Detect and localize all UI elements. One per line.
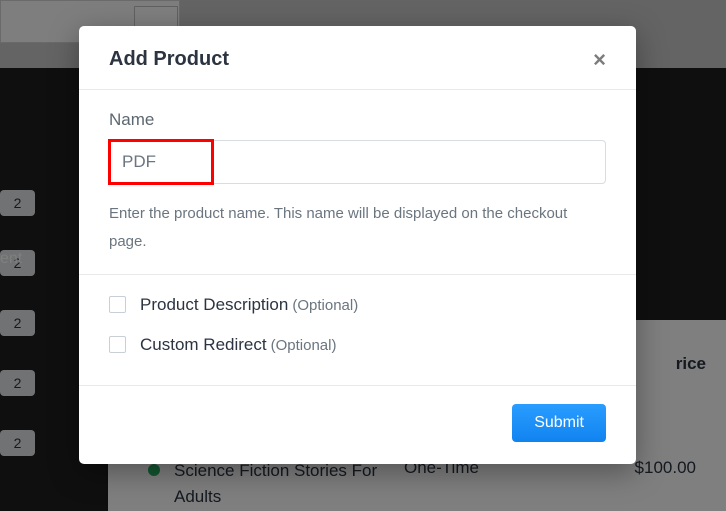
name-input-wrap[interactable] [109, 140, 606, 184]
custom-redirect-toggle[interactable]: Custom Redirect(Optional) [109, 335, 606, 355]
product-description-toggle[interactable]: Product Description(Optional) [109, 295, 606, 315]
modal-footer: Submit [79, 385, 636, 464]
modal-body: Name Enter the product name. This name w… [79, 90, 636, 385]
submit-button[interactable]: Submit [512, 404, 606, 442]
name-label: Name [109, 110, 606, 130]
name-input[interactable] [122, 152, 593, 172]
add-product-modal: Add Product × Name Enter the product nam… [79, 26, 636, 464]
modal-header: Add Product × [79, 26, 636, 90]
close-icon[interactable]: × [593, 49, 606, 71]
modal-title: Add Product [109, 48, 229, 71]
checkbox-icon[interactable] [109, 296, 126, 313]
checkbox-icon[interactable] [109, 336, 126, 353]
product-description-label: Product Description(Optional) [140, 295, 358, 315]
name-helper-text: Enter the product name. This name will b… [109, 200, 606, 256]
section-divider [79, 274, 636, 275]
custom-redirect-label: Custom Redirect(Optional) [140, 335, 336, 355]
